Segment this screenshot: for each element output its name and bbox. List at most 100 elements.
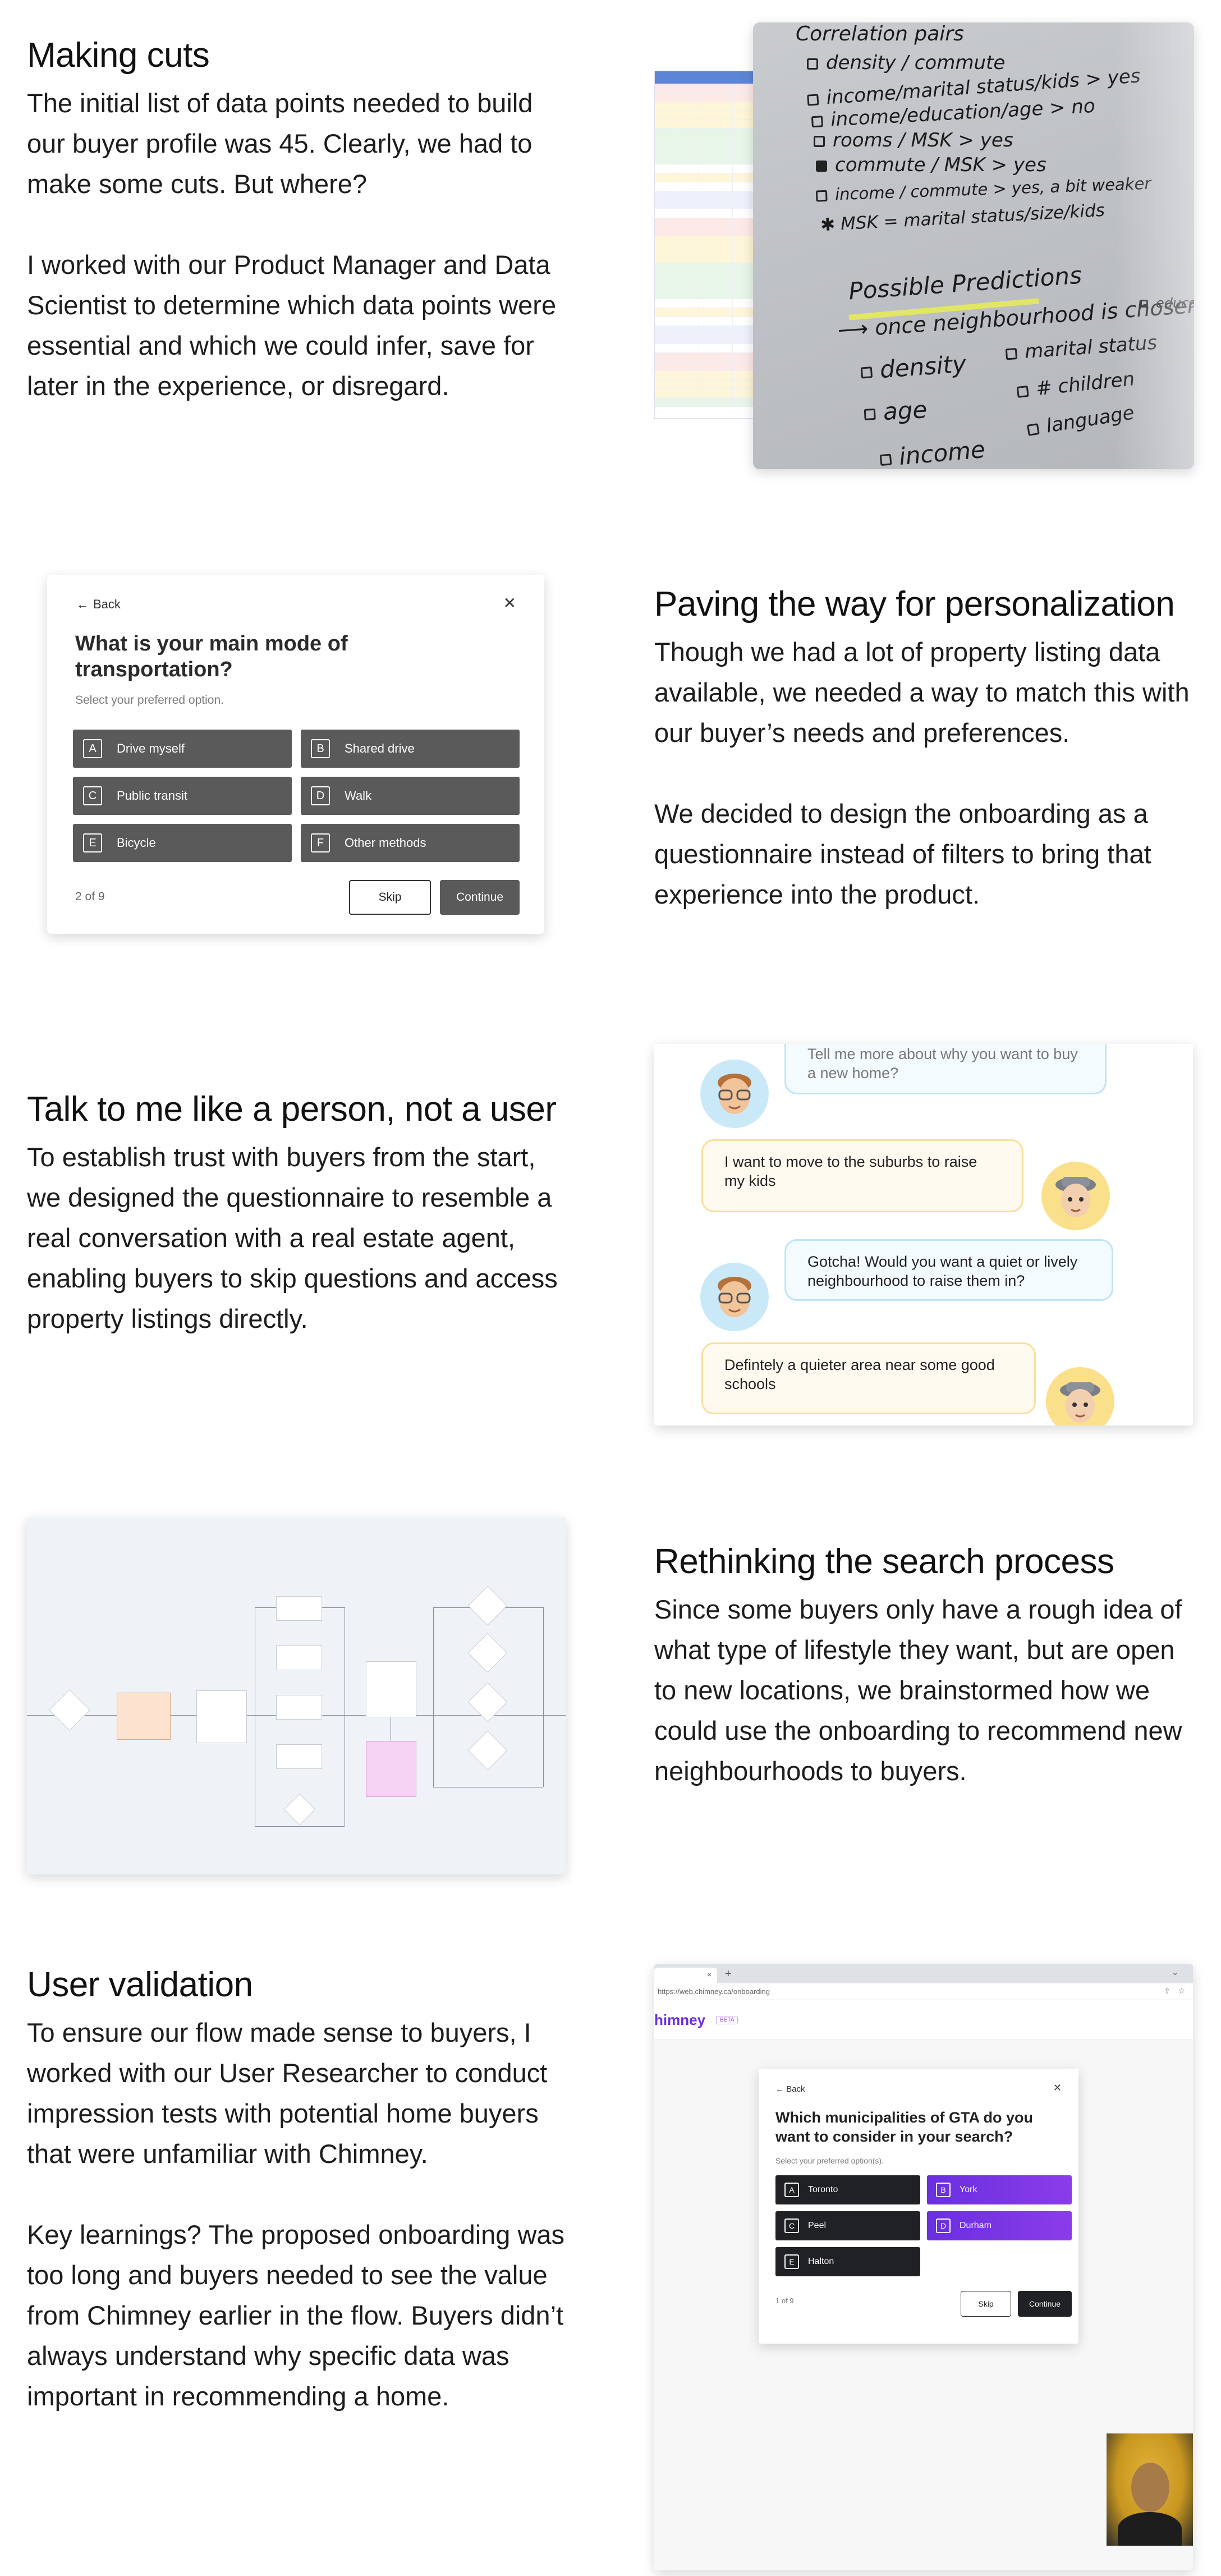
tab-menu-icon[interactable]: ⌄ <box>1172 1968 1178 1977</box>
spreadsheet-row <box>655 290 766 299</box>
share-icon[interactable]: ⇪ <box>1164 1986 1170 1996</box>
section-rethinking: Rethinking the search process Since some… <box>0 1487 1221 1914</box>
section-paragraph: Key learnings? The proposed onboarding w… <box>27 2220 565 2412</box>
close-icon[interactable]: ✕ <box>503 594 516 612</box>
arrow-left-icon: ← <box>775 2084 787 2094</box>
notes-heading: Correlation pairs <box>796 22 964 45</box>
spreadsheet-row <box>655 389 766 398</box>
notes-line: density / commute <box>826 52 1006 74</box>
notes-line: income / commute > yes, a bit weaker <box>834 173 1151 204</box>
spreadsheet-row <box>655 209 766 218</box>
agent-avatar-icon <box>700 1060 769 1128</box>
spreadsheet-row <box>655 120 766 129</box>
section-paragraph: Though we had a lot of property listing … <box>654 637 1190 748</box>
flowchart-diagram-image <box>27 1518 566 1874</box>
close-icon[interactable]: ✕ <box>1053 2082 1062 2094</box>
notes-line: commute / MSK > yes <box>835 154 1046 176</box>
section-paragraph: The initial list of data points needed t… <box>27 88 533 199</box>
spreadsheet-row <box>655 129 766 137</box>
option-halton[interactable]: E Halton <box>775 2247 920 2276</box>
section-personalization: ← Back ✕ What is your main mode of trans… <box>0 561 1221 988</box>
section-paragraph: We decided to design the onboarding as a… <box>654 799 1151 910</box>
notes-line: income <box>898 435 986 469</box>
option-peel[interactable]: C Peel <box>775 2211 920 2240</box>
continue-button[interactable]: Continue <box>1018 2291 1072 2317</box>
option-durham[interactable]: D Durham <box>927 2211 1072 2240</box>
close-tab-icon[interactable]: × <box>707 1970 712 1979</box>
question-title: Which municipalities of GTA do you want … <box>775 2109 1033 2145</box>
spreadsheet-row <box>655 164 766 173</box>
spreadsheet-row <box>655 218 766 227</box>
spreadsheet-row <box>655 182 766 191</box>
new-tab-icon[interactable]: + <box>725 1968 732 1981</box>
skip-button[interactable]: Skip <box>349 880 431 915</box>
skip-button[interactable]: Skip <box>961 2291 1011 2317</box>
section-paragraph: To establish trust with buyers from the … <box>27 1142 558 1334</box>
spreadsheet-row <box>655 272 766 281</box>
spreadsheet-row <box>655 398 766 407</box>
notes-line: rooms / MSK > yes <box>833 129 1013 152</box>
chat-conversation-image: Tell me more about why you want to buy a… <box>654 1044 1193 1425</box>
question-hint: Select your preferred option(s). <box>775 2156 884 2165</box>
spreadsheet-row <box>655 236 766 245</box>
buyer-avatar-icon <box>1041 1162 1110 1230</box>
option-york[interactable]: B York <box>927 2175 1072 2204</box>
spreadsheet-image <box>654 71 766 419</box>
chat-message-buyer: Defintely a quieter area near some good … <box>701 1342 1036 1414</box>
continue-button[interactable]: Continue <box>440 880 520 915</box>
spreadsheet-row <box>655 93 766 102</box>
spreadsheet-row <box>655 263 766 272</box>
spreadsheet-row <box>655 191 766 200</box>
spreadsheet-row <box>655 299 766 308</box>
progress-indicator: 2 of 9 <box>75 890 105 903</box>
section-making-cuts: Making cuts The initial list of data poi… <box>0 0 1221 505</box>
section-paragraph: I worked with our Product Manager and Da… <box>27 250 557 401</box>
browser-tab-bar: × + ⌄ <box>654 1964 1193 1983</box>
section-title: Talk to me like a person, not a user <box>27 1090 557 1129</box>
spreadsheet-row <box>655 371 766 380</box>
section-title: Rethinking the search process <box>654 1542 1114 1581</box>
browser-tab[interactable]: × <box>654 1968 717 1983</box>
spreadsheet-row <box>655 335 766 344</box>
spreadsheet-row <box>655 254 766 263</box>
agent-avatar-icon <box>700 1263 769 1331</box>
back-link[interactable]: ← Back <box>76 597 121 612</box>
address-bar[interactable]: https://web.chimney.ca/onboarding ⇪ ☆ <box>654 1983 1193 2000</box>
section-title: User validation <box>27 1965 253 2004</box>
arrow-left-icon: ← <box>76 597 89 611</box>
spreadsheet-row <box>655 111 766 120</box>
spreadsheet-row <box>655 362 766 371</box>
star-icon[interactable]: ☆ <box>1178 1986 1185 1996</box>
option-toronto[interactable]: A Toronto <box>775 2175 920 2204</box>
spreadsheet-row <box>655 281 766 290</box>
spreadsheet-row <box>655 344 766 353</box>
option-bicycle[interactable]: E Bicycle <box>73 824 292 862</box>
section-title: Paving the way for personalization <box>654 585 1175 624</box>
chimney-logo[interactable]: himney <box>654 2011 705 2029</box>
site-header: himney BETA <box>654 2000 1193 2039</box>
buyer-avatar-icon <box>1046 1367 1114 1425</box>
spreadsheet-row <box>655 137 766 146</box>
option-other-methods[interactable]: F Other methods <box>301 824 520 862</box>
spreadsheet-row <box>655 102 766 111</box>
question-title: What is your main mode of transportation… <box>75 632 348 681</box>
notes-line: age <box>882 396 928 426</box>
notes-predictions-title: Possible Predictions <box>847 261 1083 305</box>
option-public-transit[interactable]: C Public transit <box>73 777 292 815</box>
section-validation: User validation To ensure our flow made … <box>0 1936 1221 2576</box>
spreadsheet-row <box>655 155 766 164</box>
option-walk[interactable]: D Walk <box>301 777 520 815</box>
progress-indicator: 1 of 9 <box>775 2297 794 2305</box>
option-drive-myself[interactable]: A Drive myself <box>73 730 292 768</box>
question-hint: Select your preferred option. <box>75 694 224 707</box>
notes-line: density <box>879 350 967 384</box>
spreadsheet-row <box>655 227 766 236</box>
browser-screenshot: × + ⌄ https://web.chimney.ca/onboarding … <box>654 1964 1193 2570</box>
url-text: https://web.chimney.ca/onboarding <box>658 1987 770 1996</box>
back-label: Back <box>93 597 121 611</box>
spreadsheet-row <box>655 380 766 389</box>
option-shared-drive[interactable]: B Shared drive <box>301 730 520 768</box>
handwritten-notes-photo: Correlation pairs density / commute inco… <box>753 22 1194 469</box>
chat-message-agent: Tell me more about why you want to buy a… <box>784 1044 1107 1094</box>
back-link[interactable]: ← Back <box>775 2084 805 2094</box>
